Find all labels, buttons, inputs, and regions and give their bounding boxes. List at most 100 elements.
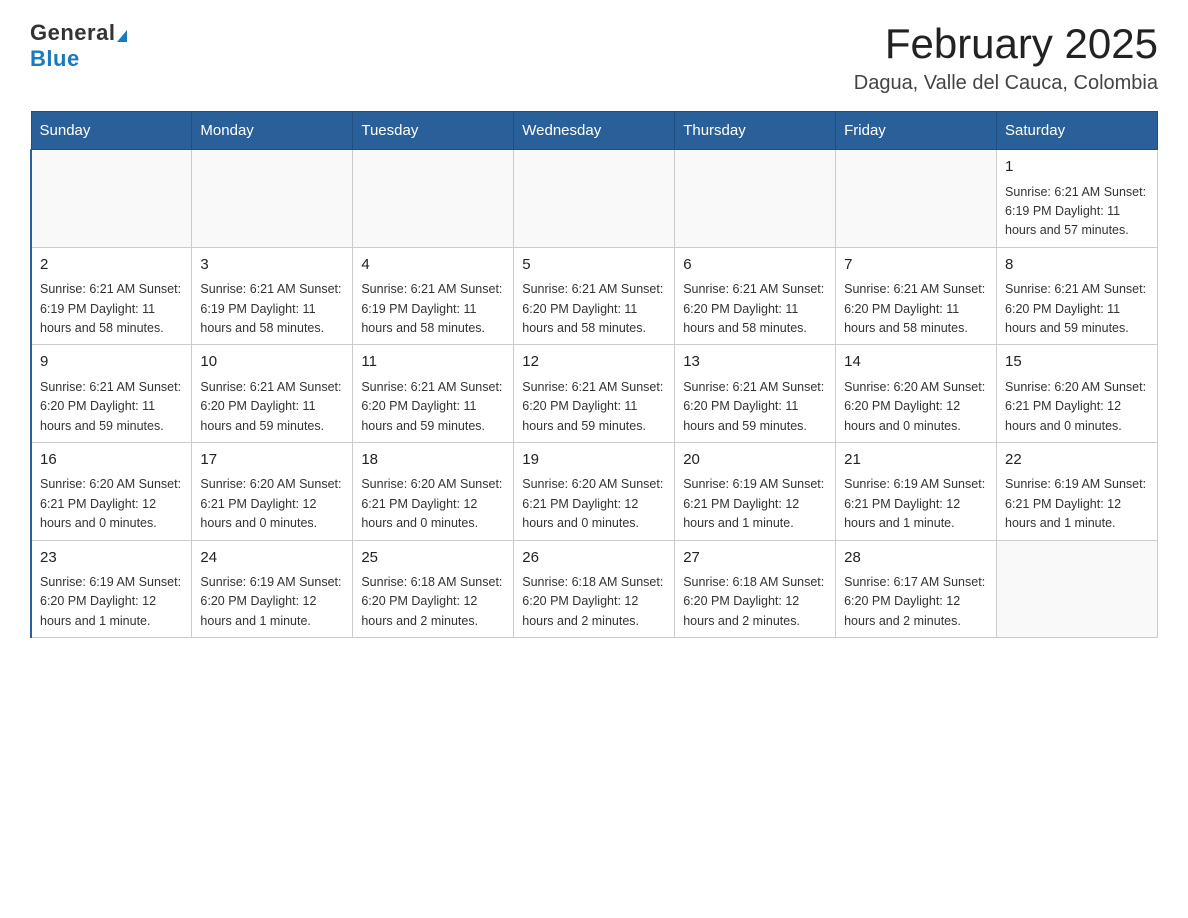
calendar-cell: 16 Sunrise: 6:20 AM Sunset: 6:21 PM Dayli… — [31, 442, 192, 540]
calendar-week-row: 23 Sunrise: 6:19 AM Sunset: 6:20 PM Dayli… — [31, 540, 1158, 638]
day-number: 3 — [200, 254, 344, 277]
day-number: 28 — [844, 547, 988, 570]
day-info: Sunrise: 6:20 AM Sunset: 6:21 PM Dayligh… — [522, 475, 666, 533]
day-info: Sunrise: 6:21 AM Sunset: 6:20 PM Dayligh… — [361, 378, 505, 436]
calendar-header-saturday: Saturday — [997, 112, 1158, 150]
calendar-cell: 12 Sunrise: 6:21 AM Sunset: 6:20 PM Dayli… — [514, 345, 675, 443]
day-number: 17 — [200, 449, 344, 472]
calendar-cell — [353, 150, 514, 248]
day-number: 10 — [200, 351, 344, 374]
calendar-cell: 14 Sunrise: 6:20 AM Sunset: 6:20 PM Dayli… — [836, 345, 997, 443]
calendar-header-thursday: Thursday — [675, 112, 836, 150]
calendar-cell — [192, 150, 353, 248]
day-info: Sunrise: 6:20 AM Sunset: 6:21 PM Dayligh… — [1005, 378, 1149, 436]
calendar-cell: 18 Sunrise: 6:20 AM Sunset: 6:21 PM Dayli… — [353, 442, 514, 540]
logo-top-line: General — [30, 20, 127, 46]
day-info: Sunrise: 6:18 AM Sunset: 6:20 PM Dayligh… — [522, 573, 666, 631]
day-number: 21 — [844, 449, 988, 472]
calendar-cell: 24 Sunrise: 6:19 AM Sunset: 6:20 PM Dayli… — [192, 540, 353, 638]
day-number: 26 — [522, 547, 666, 570]
day-number: 19 — [522, 449, 666, 472]
day-number: 12 — [522, 351, 666, 374]
calendar-cell: 20 Sunrise: 6:19 AM Sunset: 6:21 PM Dayli… — [675, 442, 836, 540]
day-info: Sunrise: 6:21 AM Sunset: 6:19 PM Dayligh… — [1005, 183, 1149, 241]
calendar-cell: 17 Sunrise: 6:20 AM Sunset: 6:21 PM Dayli… — [192, 442, 353, 540]
day-number: 18 — [361, 449, 505, 472]
calendar-cell: 21 Sunrise: 6:19 AM Sunset: 6:21 PM Dayli… — [836, 442, 997, 540]
calendar-cell — [675, 150, 836, 248]
calendar-cell: 22Sunrise: 6:19 AM Sunset: 6:21 PM Dayli… — [997, 442, 1158, 540]
day-info: Sunrise: 6:19 AM Sunset: 6:20 PM Dayligh… — [200, 573, 344, 631]
day-number: 6 — [683, 254, 827, 277]
calendar-header-sunday: Sunday — [31, 112, 192, 150]
day-number: 8 — [1005, 254, 1149, 277]
day-number: 14 — [844, 351, 988, 374]
calendar-cell: 3Sunrise: 6:21 AM Sunset: 6:19 PM Daylig… — [192, 247, 353, 345]
day-info: Sunrise: 6:19 AM Sunset: 6:21 PM Dayligh… — [844, 475, 988, 533]
day-info: Sunrise: 6:17 AM Sunset: 6:20 PM Dayligh… — [844, 573, 988, 631]
calendar-cell: 2Sunrise: 6:21 AM Sunset: 6:19 PM Daylig… — [31, 247, 192, 345]
day-number: 9 — [40, 351, 183, 374]
day-info: Sunrise: 6:21 AM Sunset: 6:20 PM Dayligh… — [522, 378, 666, 436]
day-number: 27 — [683, 547, 827, 570]
calendar-cell: 15 Sunrise: 6:20 AM Sunset: 6:21 PM Dayli… — [997, 345, 1158, 443]
calendar-cell — [31, 150, 192, 248]
calendar-cell: 13 Sunrise: 6:21 AM Sunset: 6:20 PM Dayli… — [675, 345, 836, 443]
calendar-header-wednesday: Wednesday — [514, 112, 675, 150]
day-number: 5 — [522, 254, 666, 277]
calendar-cell — [997, 540, 1158, 638]
day-info: Sunrise: 6:21 AM Sunset: 6:20 PM Dayligh… — [40, 378, 183, 436]
calendar-cell: 8 Sunrise: 6:21 AM Sunset: 6:20 PM Daylig… — [997, 247, 1158, 345]
day-number: 24 — [200, 547, 344, 570]
day-info: Sunrise: 6:19 AM Sunset: 6:20 PM Dayligh… — [40, 573, 183, 631]
main-title: February 2025 — [854, 20, 1158, 68]
day-number: 2 — [40, 254, 183, 277]
day-number: 11 — [361, 351, 505, 374]
day-number: 13 — [683, 351, 827, 374]
calendar-header-friday: Friday — [836, 112, 997, 150]
day-info: Sunrise: 6:20 AM Sunset: 6:21 PM Dayligh… — [200, 475, 344, 533]
calendar-cell — [836, 150, 997, 248]
calendar-cell: 11 Sunrise: 6:21 AM Sunset: 6:20 PM Dayli… — [353, 345, 514, 443]
day-number: 20 — [683, 449, 827, 472]
calendar-header-row: SundayMondayTuesdayWednesdayThursdayFrid… — [31, 112, 1158, 150]
calendar-cell: 1 Sunrise: 6:21 AM Sunset: 6:19 PM Daylig… — [997, 150, 1158, 248]
day-number: 7 — [844, 254, 988, 277]
day-info: Sunrise: 6:20 AM Sunset: 6:21 PM Dayligh… — [40, 475, 183, 533]
logo-general-text: General — [30, 20, 115, 45]
logo-triangle-icon — [117, 30, 127, 42]
day-info: Sunrise: 6:21 AM Sunset: 6:19 PM Dayligh… — [361, 280, 505, 338]
calendar-cell: 7 Sunrise: 6:21 AM Sunset: 6:20 PM Daylig… — [836, 247, 997, 345]
page-header: General Blue February 2025 Dagua, Valle … — [30, 20, 1158, 95]
subtitle: Dagua, Valle del Cauca, Colombia — [854, 72, 1158, 95]
day-info: Sunrise: 6:20 AM Sunset: 6:20 PM Dayligh… — [844, 378, 988, 436]
calendar-cell: 6Sunrise: 6:21 AM Sunset: 6:20 PM Daylig… — [675, 247, 836, 345]
day-info: Sunrise: 6:18 AM Sunset: 6:20 PM Dayligh… — [361, 573, 505, 631]
day-info: Sunrise: 6:21 AM Sunset: 6:20 PM Dayligh… — [200, 378, 344, 436]
calendar-week-row: 9 Sunrise: 6:21 AM Sunset: 6:20 PM Daylig… — [31, 345, 1158, 443]
calendar-week-row: 1 Sunrise: 6:21 AM Sunset: 6:19 PM Daylig… — [31, 150, 1158, 248]
day-info: Sunrise: 6:21 AM Sunset: 6:20 PM Dayligh… — [683, 378, 827, 436]
calendar-cell: 9 Sunrise: 6:21 AM Sunset: 6:20 PM Daylig… — [31, 345, 192, 443]
calendar-cell: 5 Sunrise: 6:21 AM Sunset: 6:20 PM Daylig… — [514, 247, 675, 345]
calendar-cell: 27 Sunrise: 6:18 AM Sunset: 6:20 PM Dayli… — [675, 540, 836, 638]
logo: General Blue — [30, 20, 127, 72]
day-info: Sunrise: 6:20 AM Sunset: 6:21 PM Dayligh… — [361, 475, 505, 533]
calendar-cell: 26 Sunrise: 6:18 AM Sunset: 6:20 PM Dayli… — [514, 540, 675, 638]
day-info: Sunrise: 6:21 AM Sunset: 6:20 PM Dayligh… — [1005, 280, 1149, 338]
day-number: 15 — [1005, 351, 1149, 374]
day-info: Sunrise: 6:21 AM Sunset: 6:20 PM Dayligh… — [844, 280, 988, 338]
day-info: Sunrise: 6:18 AM Sunset: 6:20 PM Dayligh… — [683, 573, 827, 631]
day-number: 16 — [40, 449, 183, 472]
logo-blue-text: Blue — [30, 46, 80, 71]
calendar-cell: 4Sunrise: 6:21 AM Sunset: 6:19 PM Daylig… — [353, 247, 514, 345]
day-number: 23 — [40, 547, 183, 570]
calendar-header-tuesday: Tuesday — [353, 112, 514, 150]
calendar-table: SundayMondayTuesdayWednesdayThursdayFrid… — [30, 111, 1158, 638]
title-section: February 2025 Dagua, Valle del Cauca, Co… — [854, 20, 1158, 95]
calendar-cell: 19 Sunrise: 6:20 AM Sunset: 6:21 PM Dayli… — [514, 442, 675, 540]
day-info: Sunrise: 6:19 AM Sunset: 6:21 PM Dayligh… — [683, 475, 827, 533]
day-number: 1 — [1005, 156, 1149, 179]
day-info: Sunrise: 6:21 AM Sunset: 6:20 PM Dayligh… — [522, 280, 666, 338]
calendar-week-row: 16 Sunrise: 6:20 AM Sunset: 6:21 PM Dayli… — [31, 442, 1158, 540]
